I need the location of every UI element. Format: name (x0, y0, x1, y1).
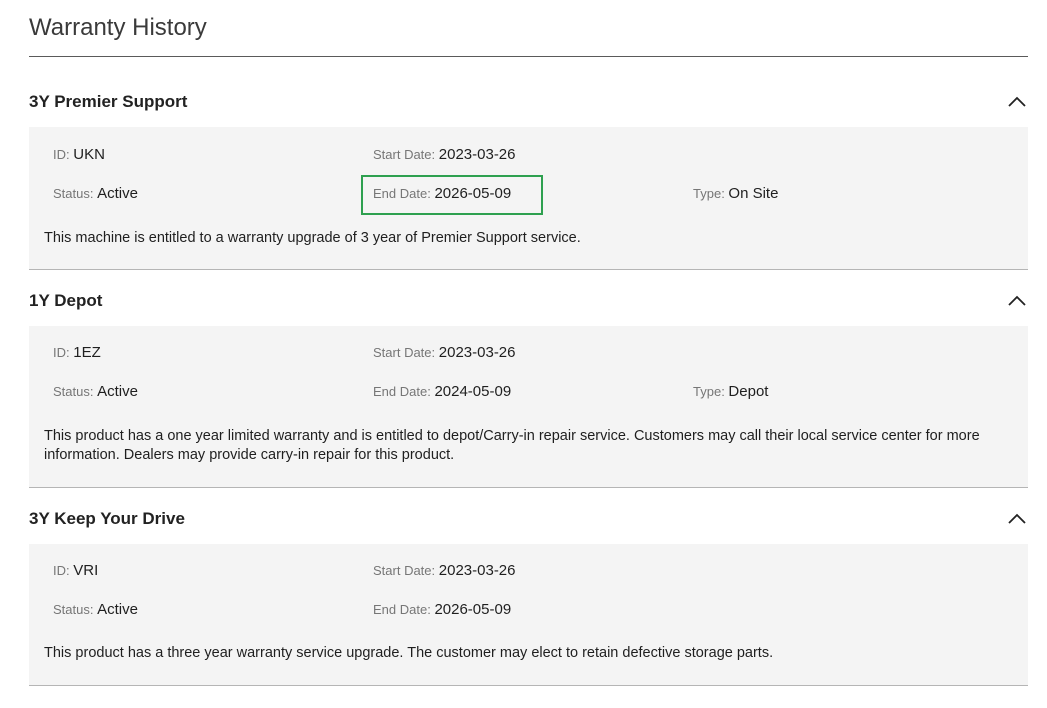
chevron-up-icon[interactable] (1008, 294, 1026, 306)
id-value: UKN (73, 146, 105, 163)
end-date-field: End Date: 2024-05-09 (373, 383, 512, 400)
status-value: Active (97, 601, 138, 618)
start-date-label: Start Date (373, 563, 432, 578)
id-label: ID (53, 563, 66, 578)
id-field: ID: UKN (53, 146, 105, 163)
status-value: Active (97, 383, 138, 400)
id-value: VRI (73, 562, 99, 579)
warranty-description: This product has a one year limited warr… (44, 428, 980, 463)
type-field: Type: Depot (693, 383, 769, 400)
start-date-value: 2023-03-26 (438, 146, 516, 163)
warranty-history-page: Warranty History 3Y Premier Support ID: … (0, 0, 1047, 708)
end-date-label: End Date (373, 602, 428, 617)
end-date-field: End Date: 2026-05-09 (373, 185, 512, 202)
section-title: 3Y Premier Support (29, 92, 188, 111)
warranty-section-premier-support: 3Y Premier Support ID: UKN Start Date: 2… (29, 77, 1028, 270)
end-date-value: 2026-05-09 (434, 601, 512, 618)
section-title: 1Y Depot (29, 291, 103, 310)
type-label: Type (693, 384, 722, 399)
warranty-description: This product has a three year warranty s… (44, 645, 774, 661)
warranty-section-keep-your-drive: 3Y Keep Your Drive ID: VRI Start Date: 2… (29, 494, 1028, 686)
section-header[interactable]: 3Y Keep Your Drive (29, 494, 1028, 544)
id-label: ID (53, 147, 66, 162)
status-value: Active (97, 185, 138, 202)
end-date-label: End Date (373, 186, 428, 201)
start-date-value: 2023-03-26 (438, 562, 516, 579)
end-date-label: End Date (373, 384, 428, 399)
type-value: Depot (728, 383, 769, 400)
chevron-up-icon[interactable] (1008, 95, 1026, 107)
section-header[interactable]: 1Y Depot (29, 276, 1028, 326)
end-date-value: 2026-05-09 (434, 185, 512, 202)
title-divider (29, 56, 1028, 57)
start-date-label: Start Date (373, 147, 432, 162)
chevron-up-icon[interactable] (1008, 512, 1026, 524)
type-label: Type (693, 186, 722, 201)
status-field: Status: Active (53, 601, 138, 618)
status-label: Status (53, 384, 90, 399)
id-value: 1EZ (73, 344, 101, 361)
start-date-value: 2023-03-26 (438, 344, 516, 361)
section-header[interactable]: 3Y Premier Support (29, 77, 1028, 127)
type-field: Type: On Site (693, 185, 779, 202)
id-field: ID: 1EZ (53, 344, 101, 361)
section-details: ID: 1EZ Start Date: 2023-03-26 Status: A… (29, 326, 1028, 488)
start-date-label: Start Date (373, 345, 432, 360)
end-date-value: 2024-05-09 (434, 383, 512, 400)
start-date-field: Start Date: 2023-03-26 (373, 344, 516, 361)
end-date-field: End Date: 2026-05-09 (373, 601, 512, 618)
status-label: Status (53, 602, 90, 617)
page-title: Warranty History (29, 14, 207, 41)
id-field: ID: VRI (53, 562, 99, 579)
start-date-field: Start Date: 2023-03-26 (373, 146, 516, 163)
status-field: Status: Active (53, 383, 138, 400)
type-value: On Site (728, 185, 779, 202)
start-date-field: Start Date: 2023-03-26 (373, 562, 516, 579)
status-label: Status (53, 186, 90, 201)
section-details: ID: VRI Start Date: 2023-03-26 Status: A… (29, 544, 1028, 686)
status-field: Status: Active (53, 185, 138, 202)
warranty-section-depot: 1Y Depot ID: 1EZ Start Date: 2023-03-26 … (29, 276, 1028, 488)
id-label: ID (53, 345, 66, 360)
warranty-description: This machine is entitled to a warranty u… (44, 230, 581, 246)
section-title: 3Y Keep Your Drive (29, 509, 185, 528)
section-details: ID: UKN Start Date: 2023-03-26 Status: A… (29, 127, 1028, 270)
